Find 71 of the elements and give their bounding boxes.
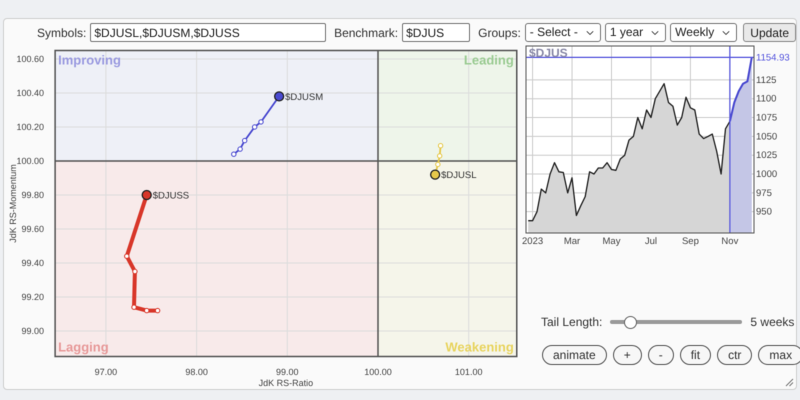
axis-tick-label: 99.40: [21, 258, 44, 268]
tail-point: [131, 304, 137, 310]
dropdown[interactable]: Weekly: [670, 23, 738, 42]
axis-tick-label: Nov: [721, 236, 738, 247]
axis-tick-label: 1050: [756, 131, 778, 142]
quadrant-label: Weakening: [445, 340, 514, 354]
tail-point: [438, 143, 444, 148]
field-label: Symbols:: [37, 24, 86, 42]
axis-tick-label: 100.60: [16, 54, 44, 64]
axis-tick-label: 1075: [756, 112, 778, 124]
update-button[interactable]: Update: [743, 23, 796, 42]
chart-title: $DJUS: [529, 46, 568, 60]
symbol-label: $DJUSL: [441, 170, 477, 182]
benchmark-field[interactable]: $DJUS: [402, 23, 470, 42]
axis-tick-label: 100.40: [16, 88, 44, 98]
chart-button[interactable]: max: [758, 345, 800, 365]
tail-point: [132, 268, 138, 274]
symbol-label: $DJUSM: [285, 92, 324, 103]
head-marker[interactable]: [142, 190, 152, 200]
chart-button[interactable]: ctr: [717, 345, 752, 365]
axis-title: JdK RS-Momentum: [8, 164, 18, 243]
resize-grip-icon[interactable]: [785, 378, 794, 387]
dropdown[interactable]: 1 year: [604, 23, 666, 42]
axis-tick-label: 99.20: [21, 292, 44, 302]
axis-tick-label: 1025: [756, 150, 778, 162]
axis-tick-label: 950: [756, 206, 772, 218]
head-marker[interactable]: [430, 169, 440, 180]
tail-point: [124, 254, 130, 259]
axis-tick-label: Jul: [644, 236, 658, 247]
tail-point: [435, 162, 441, 168]
slider-label: Tail Length:: [541, 314, 602, 331]
axis-tick-label: 975: [756, 188, 772, 199]
quadrant-label: Lagging: [58, 340, 109, 354]
axis-tick-label: 99.80: [21, 190, 44, 200]
quadrant-label: Leading: [464, 52, 514, 68]
axis-tick-label: 1100: [756, 94, 776, 105]
slider-thumb[interactable]: [624, 316, 638, 328]
quadrant-label: Improving: [58, 52, 121, 68]
axis-tick-label: 99.00: [21, 326, 44, 336]
axis-tick-label: 100.20: [16, 122, 44, 132]
symbols-field[interactable]: $DJUSL,$DJUSM,$DJUSS: [90, 23, 326, 42]
tail-length-slider[interactable]: [610, 315, 742, 329]
tail-point: [242, 138, 248, 144]
dropdown[interactable]: - Select -: [524, 23, 601, 42]
axis-title: JdK RS-Ratio: [258, 378, 314, 388]
symbol-label: $DJUSS: [152, 190, 190, 202]
head-marker[interactable]: [274, 91, 284, 102]
axis-tick-label: Mar: [564, 236, 580, 247]
axis-tick-label: 97.00: [94, 367, 118, 377]
field-label: Benchmark:: [334, 24, 398, 42]
chart-button[interactable]: animate: [542, 345, 607, 365]
axis-tick-label: May: [602, 236, 620, 247]
axis-tick-label: 99.00: [276, 367, 299, 377]
slider-reading: 5 weeks: [750, 314, 794, 331]
chart-button[interactable]: +: [612, 345, 642, 365]
axis-tick-label: Sep: [682, 236, 699, 247]
axis-tick-label: 100.00: [364, 367, 392, 377]
chart-button[interactable]: -: [648, 345, 674, 365]
chart-button[interactable]: fit: [680, 345, 712, 365]
tail-point: [144, 308, 150, 314]
axis-tick-label: 2023: [522, 236, 544, 247]
field-label: Groups:: [478, 24, 521, 42]
axis-tick-label: 100.00: [16, 156, 44, 166]
axis-tick-label: 1125: [756, 74, 776, 86]
axis-tick-label: 101.00: [454, 367, 482, 377]
last-value-label: 1154.93: [756, 52, 790, 64]
tail-point: [154, 308, 160, 314]
tail-point: [436, 153, 442, 159]
axis-tick-label: 1000: [756, 169, 778, 180]
axis-tick-label: 99.60: [21, 224, 44, 234]
axis-tick-label: 98.00: [185, 367, 208, 377]
